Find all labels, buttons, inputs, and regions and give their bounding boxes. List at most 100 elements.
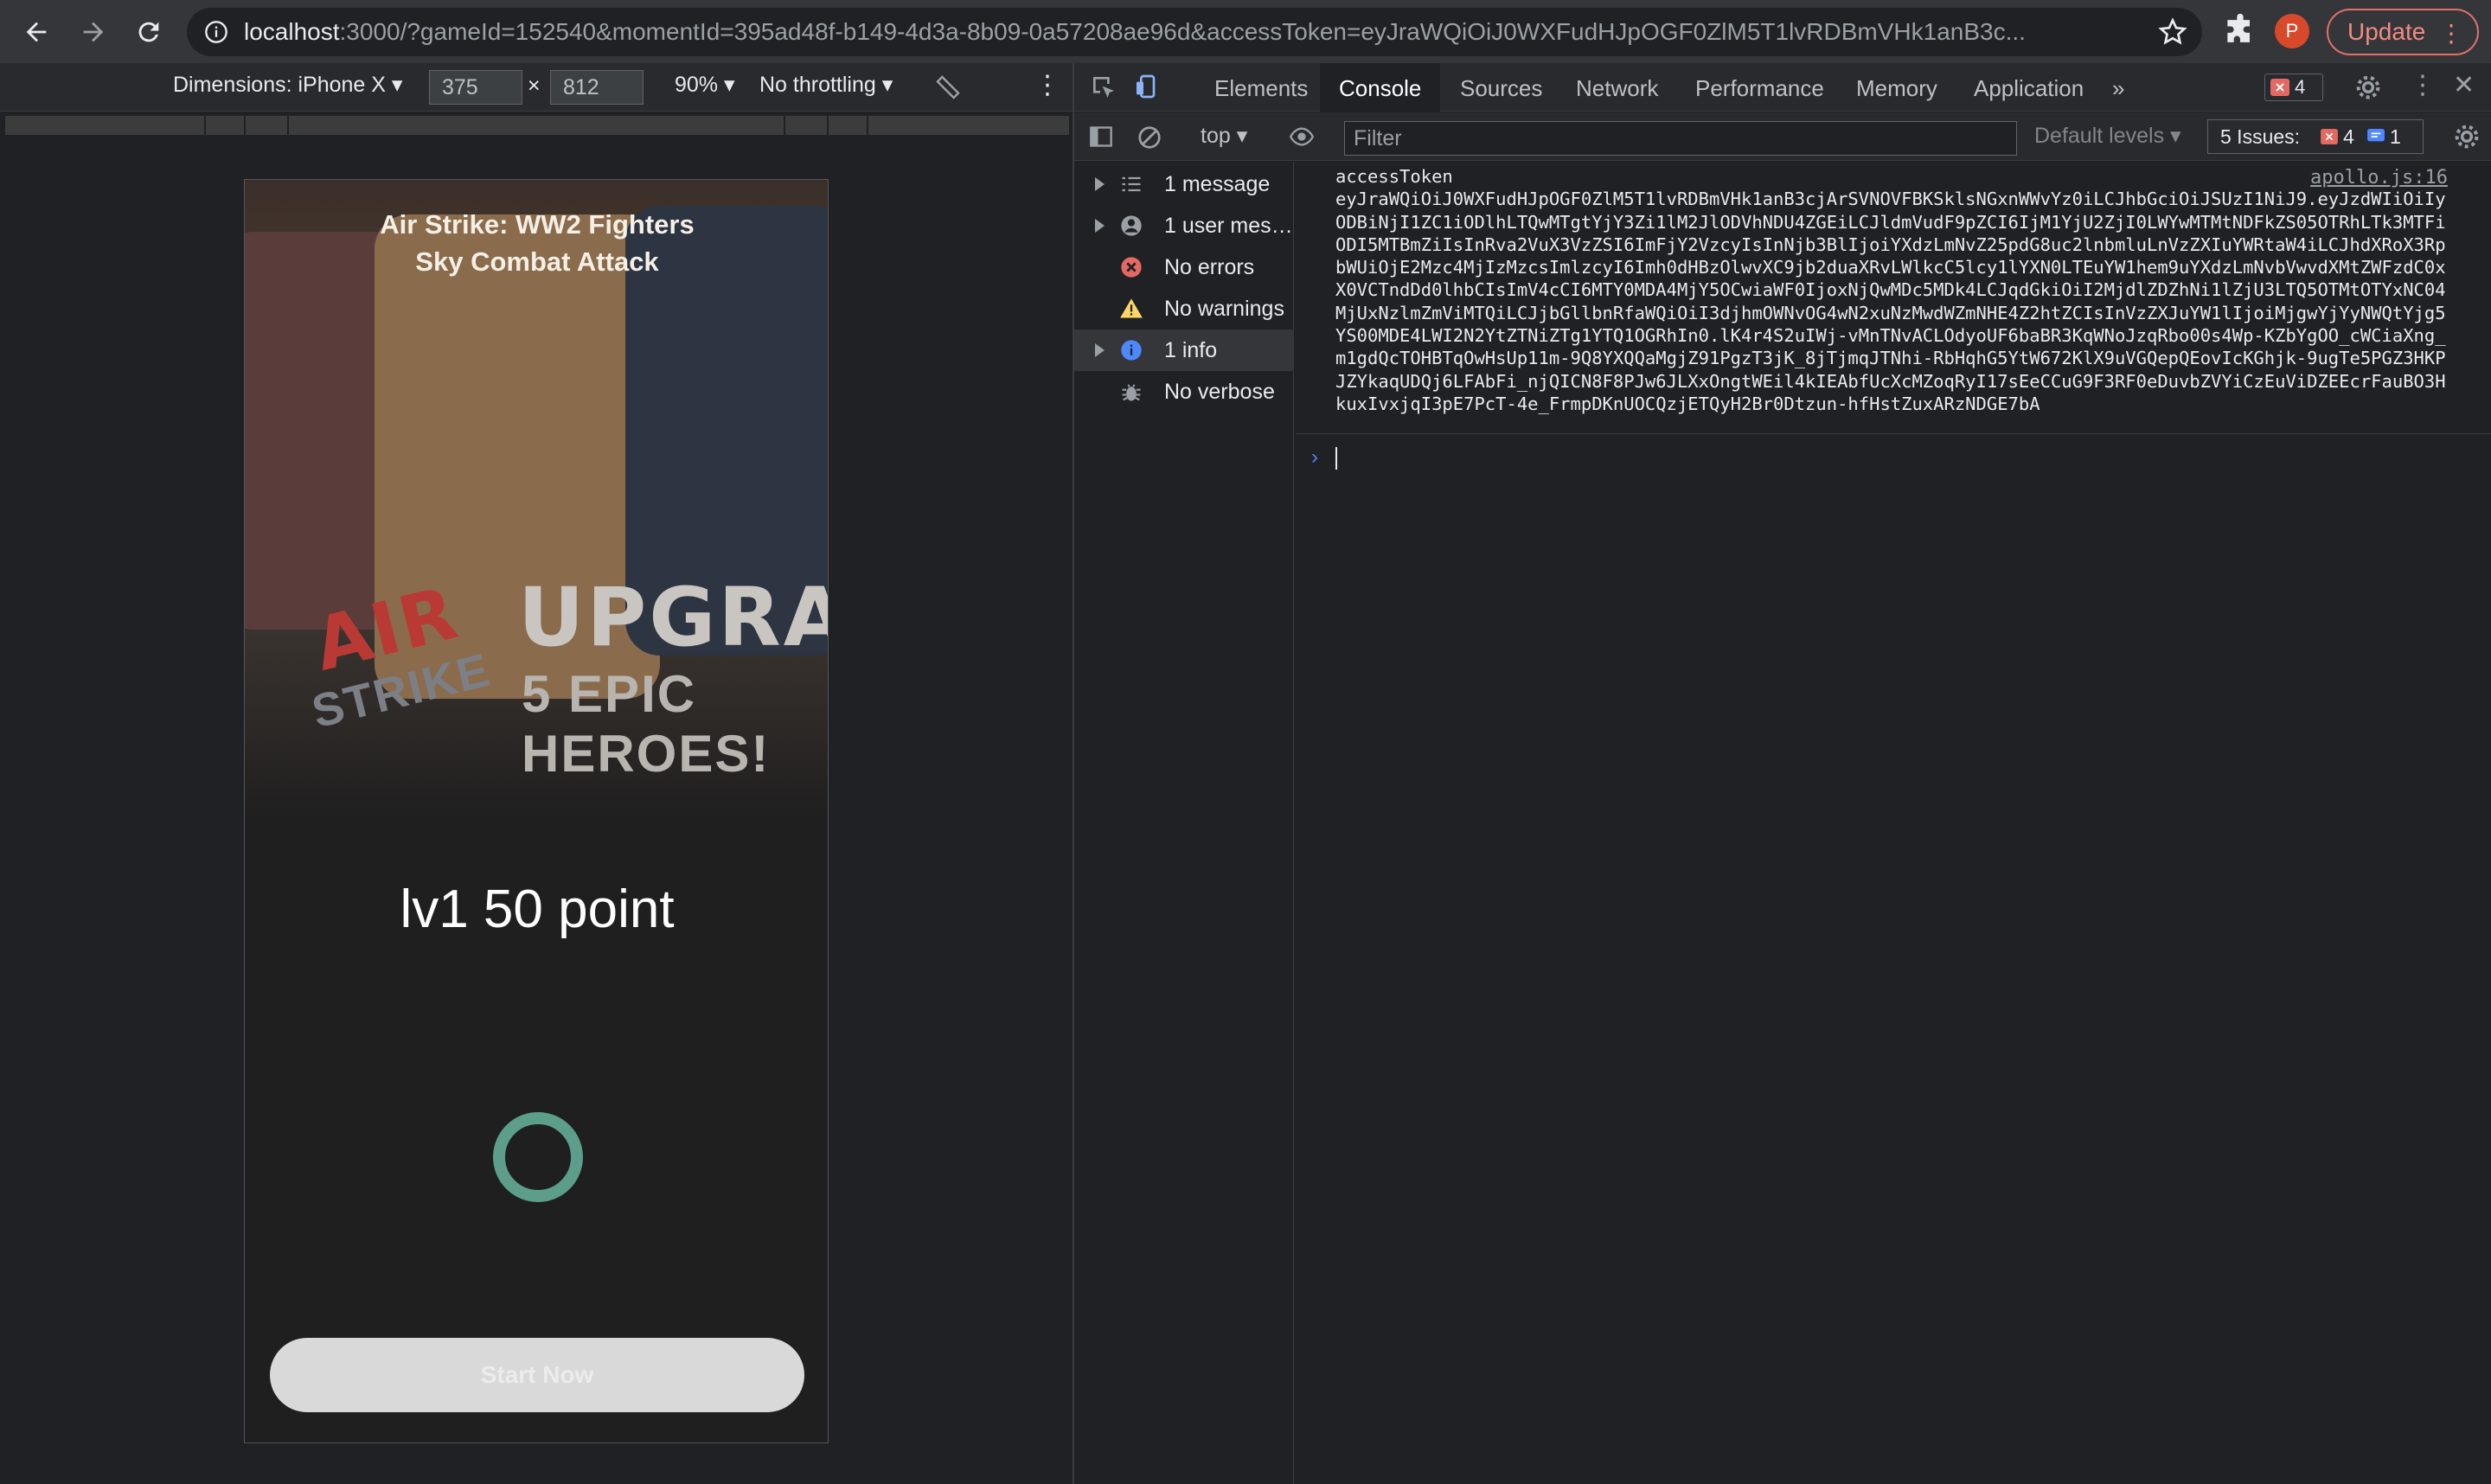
- browser-toolbar: localhost:3000/?gameId=152540&momentId=3…: [0, 0, 2491, 63]
- info-circle-icon: [1121, 340, 1142, 361]
- issues-error-icon: [2321, 129, 2338, 144]
- url-rest: :3000/?gameId=152540&momentId=395ad48f-b…: [339, 18, 2026, 45]
- context-selector[interactable]: top ▾: [1201, 123, 1247, 149]
- profile-avatar[interactable]: P: [2275, 14, 2309, 48]
- close-devtools-icon[interactable]: ✕: [2453, 70, 2475, 100]
- console-output: apollo.js:16 accessToken eyJraWQiOiJ0WXF…: [1296, 162, 2491, 1484]
- device-toggle-icon[interactable]: [1133, 72, 1161, 101]
- device-more-icon[interactable]: ⋮: [1034, 70, 1060, 100]
- error-badge-icon: [2270, 79, 2289, 96]
- tab-sources[interactable]: Sources: [1460, 75, 1542, 102]
- device-toolbar: Dimensions: iPhone X ▾ 375 × 812 90% ▾ N…: [0, 63, 1073, 112]
- loading-spinner: [493, 1112, 583, 1202]
- sidebar-toggle-icon[interactable]: [1088, 125, 1114, 149]
- issues-info-count: 1: [2390, 125, 2401, 148]
- address-bar[interactable]: localhost:3000/?gameId=152540&momentId=3…: [187, 8, 2202, 56]
- console-prompt-icon: ›: [1311, 445, 1318, 469]
- devtools-menu-icon[interactable]: ⋮: [2410, 70, 2436, 100]
- sidebar-item-errors[interactable]: No errors: [1074, 246, 1294, 288]
- device-height-input[interactable]: 812: [550, 70, 644, 105]
- reload-button[interactable]: [121, 0, 176, 63]
- issues-info-icon: [2367, 129, 2385, 142]
- tab-performance[interactable]: Performance: [1695, 75, 1824, 102]
- error-count-badge[interactable]: 4: [2264, 74, 2323, 101]
- extensions-puzzle-icon[interactable]: [2221, 12, 2259, 50]
- expand-arrow-icon: [1095, 219, 1105, 233]
- tab-memory[interactable]: Memory: [1856, 75, 1937, 102]
- sidebar-item-messages[interactable]: 1 message: [1074, 163, 1294, 205]
- live-expression-eye-icon[interactable]: [1287, 125, 1316, 149]
- error-icon: [1121, 257, 1142, 278]
- tab-elements[interactable]: Elements: [1214, 75, 1308, 102]
- log-separator: [1296, 433, 2491, 434]
- settings-gear-icon[interactable]: [2354, 74, 2382, 101]
- more-tabs-icon[interactable]: »: [2112, 75, 2124, 102]
- console-input-caret[interactable]: [1335, 447, 1337, 470]
- tab-application[interactable]: Application: [1974, 75, 2084, 102]
- heroes-banner-text: 5 EPIC HEROES!: [522, 665, 771, 783]
- url-text: localhost:3000/?gameId=152540&momentId=3…: [244, 18, 2121, 46]
- ruler-tick: [204, 116, 206, 135]
- device-width-input[interactable]: 375: [429, 70, 522, 105]
- expand-arrow-icon: [1095, 343, 1105, 357]
- kebab-menu-icon: ⋮: [2439, 20, 2463, 47]
- sidebar-item-info[interactable]: 1 info: [1074, 329, 1294, 371]
- info-icon: [205, 21, 227, 43]
- console-settings-icon[interactable]: [2453, 123, 2481, 150]
- media-query-ruler: [0, 112, 1073, 142]
- console-toolbar: top ▾ Filter Default levels ▾ 5 Issues: …: [1074, 112, 2491, 161]
- phone-viewport: Air Strike: WW2 Fighters Sky Combat Atta…: [244, 179, 829, 1443]
- sidebar-label: No warnings: [1164, 297, 1284, 321]
- sidebar-label: No errors: [1164, 255, 1255, 279]
- sidebar-label: 1 info: [1164, 338, 1218, 362]
- bookmark-star-icon[interactable]: [2157, 16, 2188, 48]
- update-button[interactable]: Update ⋮: [2327, 9, 2479, 55]
- console-filter-input[interactable]: Filter: [1344, 121, 2017, 156]
- tab-network[interactable]: Network: [1576, 75, 1658, 102]
- throttling-dropdown[interactable]: No throttling ▾: [759, 72, 893, 98]
- rotate-icon[interactable]: [934, 74, 962, 101]
- ruler-tick: [867, 116, 868, 135]
- dimensions-dropdown[interactable]: Dimensions: iPhone X ▾: [173, 72, 402, 98]
- clear-console-icon[interactable]: [1137, 125, 1162, 150]
- forward-button[interactable]: [66, 0, 121, 63]
- tab-console[interactable]: Console: [1320, 63, 1441, 112]
- sidebar-label: 1 message: [1164, 172, 1271, 196]
- issues-label: 5 Issues:: [2220, 125, 2301, 148]
- ruler-tick: [244, 116, 246, 135]
- game-title: Air Strike: WW2 Fighters Sky Combat Atta…: [380, 209, 695, 277]
- ruler-bar: [5, 116, 1069, 135]
- start-now-button[interactable]: Start Now: [270, 1338, 804, 1412]
- back-button[interactable]: [9, 0, 64, 63]
- default-levels-dropdown[interactable]: Default levels ▾: [2034, 123, 2181, 149]
- hero-banner-image: Air Strike: WW2 Fighters Sky Combat Atta…: [245, 180, 828, 820]
- issues-counter[interactable]: 5 Issues: 4 1: [2207, 119, 2424, 154]
- inspect-element-icon[interactable]: [1090, 74, 1117, 101]
- dimension-separator: ×: [528, 74, 541, 98]
- sidebar-item-user-messages[interactable]: 1 user mes…: [1074, 205, 1294, 246]
- devtools-tab-bar: Elements Console Sources Network Perform…: [1074, 63, 2491, 112]
- level-points-text: lv1 50 point: [400, 880, 675, 939]
- url-host: localhost: [244, 18, 340, 45]
- ruler-tick: [287, 116, 289, 135]
- user-icon: [1121, 215, 1142, 236]
- sidebar-item-verbose[interactable]: No verbose: [1074, 371, 1294, 413]
- ruler-tick: [784, 116, 785, 135]
- sidebar-item-warnings[interactable]: No warnings: [1074, 288, 1294, 329]
- zoom-dropdown[interactable]: 90% ▾: [675, 72, 735, 98]
- expand-arrow-icon: [1095, 177, 1105, 191]
- sidebar-label: 1 user mes…: [1164, 214, 1293, 238]
- issues-error-count: 4: [2343, 125, 2354, 148]
- error-count: 4: [2295, 76, 2306, 98]
- forward-arrow-icon: [83, 22, 104, 42]
- back-arrow-icon: [26, 22, 47, 42]
- warning-icon: [1120, 298, 1143, 318]
- upgrade-banner-text: UPGRADE: [518, 571, 828, 665]
- bug-icon: [1122, 384, 1141, 401]
- devtools-panel: Elements Console Sources Network Perform…: [1073, 63, 2491, 1484]
- list-icon: [1122, 176, 1141, 192]
- sidebar-label: No verbose: [1164, 380, 1275, 404]
- reload-icon: [138, 22, 159, 42]
- update-label: Update: [2347, 18, 2426, 45]
- console-log-message: accessToken eyJraWQiOiJ0WXFudHJpOGF0ZlM5…: [1335, 166, 2446, 414]
